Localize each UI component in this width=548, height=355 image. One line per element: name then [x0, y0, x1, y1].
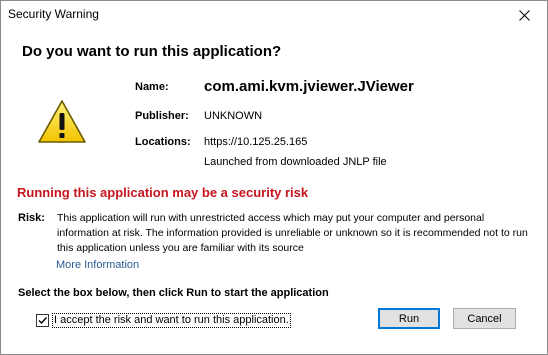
publisher-label: Publisher: — [135, 110, 189, 122]
run-button[interactable]: Run — [378, 308, 440, 329]
instruction-text: Select the box below, then click Run to … — [18, 287, 329, 299]
risk-description: This application will run with unrestric… — [57, 212, 528, 254]
title-bar: Security Warning — [1, 1, 547, 30]
accept-risk-checkbox[interactable] — [36, 313, 49, 327]
dialog-headline: Do you want to run this application? — [22, 43, 282, 60]
locations-label: Locations: — [135, 136, 191, 148]
accept-risk-row[interactable]: I accept the risk and want to run this a… — [36, 312, 291, 328]
accept-risk-label[interactable]: I accept the risk and want to run this a… — [52, 312, 291, 328]
security-warning-dialog: Security Warning Do you want to run this… — [0, 0, 548, 355]
close-icon — [519, 10, 530, 21]
risk-label: Risk: — [18, 212, 45, 224]
cancel-button[interactable]: Cancel — [453, 308, 516, 329]
more-information-link[interactable]: More Information — [56, 259, 139, 271]
risk-headline: Running this application may be a securi… — [17, 185, 309, 200]
location-note: Launched from downloaded JNLP file — [204, 156, 387, 168]
close-button[interactable] — [502, 1, 547, 30]
checkmark-icon — [38, 316, 48, 324]
name-value: com.ami.kvm.jviewer.JViewer — [204, 78, 414, 95]
window-title: Security Warning — [8, 7, 99, 21]
location-url: https://10.125.25.165 — [204, 136, 308, 148]
name-label: Name: — [135, 81, 169, 93]
publisher-value: UNKNOWN — [204, 110, 263, 122]
warning-triangle-icon — [38, 100, 86, 143]
